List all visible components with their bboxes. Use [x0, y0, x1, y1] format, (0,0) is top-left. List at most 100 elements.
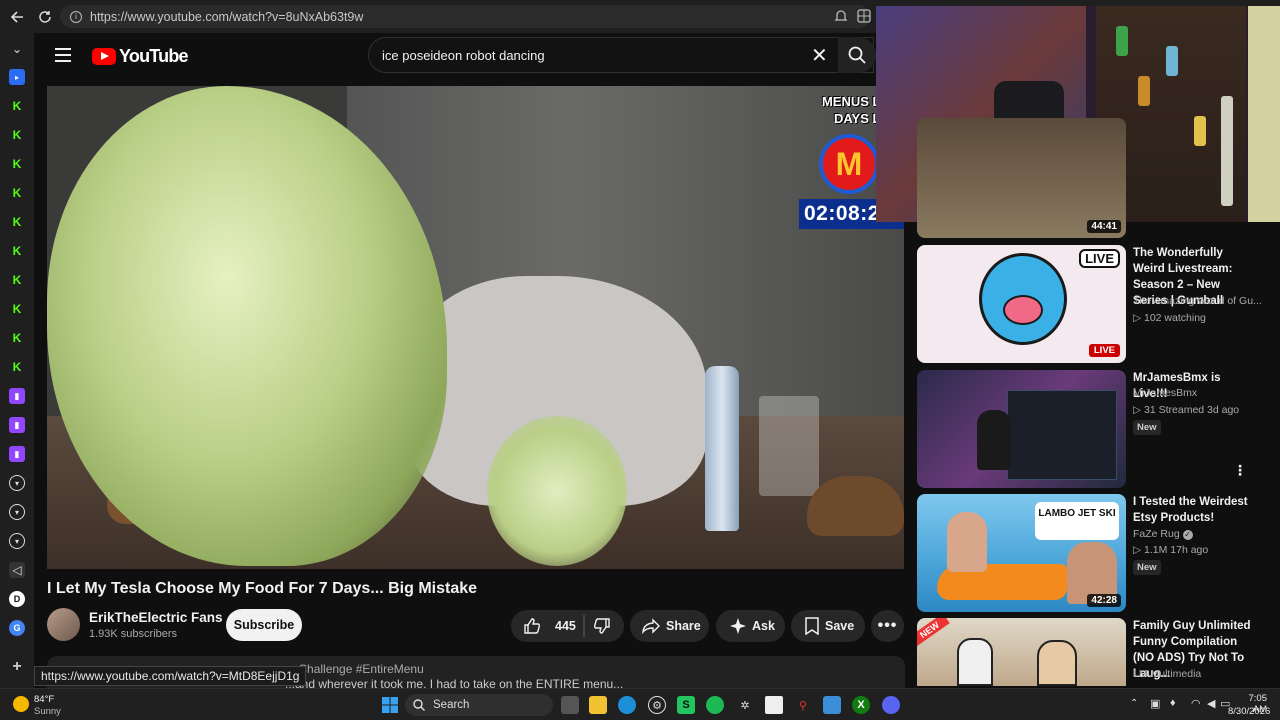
video-frame-burger — [807, 476, 904, 536]
more-horizontal-icon: ••• — [877, 617, 898, 634]
kick-tab-icon[interactable]: K — [9, 214, 25, 230]
webcam-bottle — [1138, 76, 1150, 106]
new-tab-plus-icon[interactable]: + — [9, 658, 25, 675]
recommendation-thumbnail[interactable]: LAMBO JET SKI 42:28 — [917, 494, 1126, 612]
tab-circle-icon[interactable]: ▾ — [9, 533, 25, 549]
kick-tab-icon[interactable]: K — [9, 98, 25, 114]
xbox-icon[interactable]: X — [852, 696, 870, 714]
verified-icon: ✓ — [1182, 530, 1193, 540]
thumbnail-character — [957, 638, 993, 686]
live-badge: LIVE — [1088, 344, 1120, 357]
tab-logo-icon[interactable]: D — [9, 591, 25, 607]
channel-row: ErikTheElectric Fans 1.93K subscribers S… — [47, 608, 905, 644]
document-icon[interactable] — [765, 696, 783, 714]
recommendation-item[interactable]: NEW Family Guy Unlimited Funny Compilati… — [917, 618, 1267, 686]
kick-tab-icon[interactable]: K — [9, 243, 25, 259]
volume-icon[interactable]: ◀ — [1207, 697, 1215, 710]
sidebar-tab-active-icon[interactable]: ▸ — [9, 69, 25, 85]
kick-tab-icon[interactable]: K — [9, 330, 25, 346]
recommendation-title[interactable]: I Tested the Weirdest Etsy Products! — [1133, 494, 1257, 526]
recommendation-channel[interactable]: MrJamesBmx — [1133, 387, 1261, 399]
youtube-wordmark: YouTube — [119, 46, 189, 66]
channel-avatar[interactable] — [47, 608, 80, 641]
file-explorer-icon[interactable] — [589, 696, 607, 714]
search-input[interactable]: ice poseideon robot dancing — [368, 37, 874, 73]
extensions-icon[interactable] — [857, 9, 871, 28]
share-button[interactable]: Share — [630, 610, 709, 642]
address-bar[interactable]: i https://www.youtube.com/watch?v=8uNxAb… — [60, 5, 870, 28]
spotify-icon[interactable] — [706, 696, 724, 714]
tab-circle-icon[interactable]: ▾ — [9, 475, 25, 491]
tray-chevron-icon[interactable]: ⌃ — [1130, 698, 1138, 709]
thumbnail-card: LAMBO JET SKI — [1035, 502, 1119, 540]
dislike-button[interactable] — [586, 610, 624, 642]
recommendation-meta: ▷ 1.1M 17h ago — [1133, 544, 1209, 556]
weather-temp[interactable]: 84°F — [34, 694, 54, 705]
twitch-tab-icon[interactable]: ▮ — [9, 446, 25, 462]
thumbnail-person — [947, 512, 987, 572]
photos-icon[interactable] — [823, 696, 841, 714]
windows-start-icon[interactable] — [381, 696, 399, 714]
reload-button[interactable] — [30, 2, 60, 32]
video-player[interactable]: MENUS LEFT DAYS LEFT M 02:08:2 — [47, 86, 904, 569]
recommendation-item[interactable]: MrJamesBmx is Live!!! MrJamesBmx ▷ 31 St… — [917, 370, 1267, 488]
save-button[interactable]: Save — [791, 610, 865, 642]
location-pin-icon[interactable]: ⚲ — [794, 696, 812, 714]
recommendation-channel[interactable]: LM Multimedia — [1133, 668, 1261, 680]
task-view-icon[interactable] — [561, 696, 579, 714]
twitch-tab-icon[interactable]: ▮ — [9, 417, 25, 433]
recommendation-thumbnail[interactable]: NEW — [917, 618, 1126, 686]
tab-circle-icon[interactable]: ▾ — [9, 504, 25, 520]
menu-icon[interactable] — [55, 48, 71, 62]
youtube-logo[interactable]: YouTube — [92, 46, 189, 67]
webcam-poster — [1248, 6, 1280, 222]
site-info-icon[interactable]: i — [70, 10, 82, 23]
microphone-icon[interactable]: ♦ — [1170, 697, 1176, 709]
gear-icon[interactable]: ✲ — [736, 696, 754, 714]
recommendation-thumbnail[interactable]: LIVE LIVE — [917, 245, 1126, 363]
app-s-icon[interactable]: S — [677, 696, 695, 714]
subscribe-button[interactable]: Subscribe — [226, 609, 302, 641]
twitch-tab-icon[interactable]: ▮ — [9, 388, 25, 404]
kick-tab-icon[interactable]: K — [9, 127, 25, 143]
address-bar-url: https://www.youtube.com/watch?v=8uNxAb63… — [90, 9, 364, 24]
wifi-icon[interactable]: ◠ — [1191, 697, 1201, 710]
sun-weather-icon[interactable] — [13, 696, 29, 712]
live-sticker: LIVE — [1079, 249, 1120, 268]
kick-tab-icon[interactable]: K — [9, 359, 25, 375]
kick-tab-icon[interactable]: K — [9, 156, 25, 172]
chevron-down-icon[interactable]: ⌄ — [9, 41, 25, 57]
taskbar-search[interactable]: Search — [405, 694, 553, 716]
settings-gear-icon[interactable]: ⚙ — [648, 696, 666, 714]
more-vertical-icon[interactable]: ⋮ — [1233, 462, 1247, 479]
video-duration: 44:41 — [1087, 220, 1121, 233]
new-ribbon: NEW — [917, 618, 950, 647]
taskbar-search-label: Search — [433, 699, 470, 711]
notification-bell-icon[interactable] — [834, 9, 848, 28]
speaker-tab-icon[interactable]: ◁ — [9, 562, 25, 578]
tray-app-icon[interactable]: ▣ — [1150, 697, 1160, 710]
windows-taskbar: 84°F Sunny Search ⚙ S ✲ ⚲ X ⌃ ▣ ♦ ◠ ◀ ▭ … — [0, 688, 1280, 720]
kick-tab-icon[interactable]: K — [9, 301, 25, 317]
edge-browser-icon[interactable] — [618, 696, 636, 714]
discord-icon[interactable] — [882, 696, 900, 714]
reload-icon — [39, 11, 51, 23]
recommendation-item[interactable]: LAMBO JET SKI 42:28 I Tested the Weirdes… — [917, 494, 1267, 612]
recommendation-item[interactable]: 44:41 — [917, 118, 1267, 238]
clear-search-icon[interactable]: ✕ — [811, 43, 828, 68]
search-button[interactable] — [838, 37, 876, 73]
recommendation-item[interactable]: LIVE LIVE The Wonderfully Weird Livestre… — [917, 245, 1267, 363]
ask-button[interactable]: Ask — [716, 610, 785, 642]
kick-tab-icon[interactable]: K — [9, 185, 25, 201]
more-actions-button[interactable]: ••• — [871, 610, 904, 642]
clock-date[interactable]: 8/30/2026 — [1228, 706, 1270, 717]
recommendation-channel[interactable]: The Amazing World of Gu... — [1133, 295, 1261, 307]
channel-name[interactable]: ErikTheElectric Fans — [89, 610, 223, 625]
google-tab-icon[interactable]: G — [9, 620, 25, 636]
recommendation-thumbnail[interactable] — [917, 370, 1126, 488]
thumbnail-person — [977, 410, 1011, 470]
back-button[interactable] — [2, 2, 32, 32]
recommendation-thumbnail[interactable]: 44:41 — [917, 118, 1126, 238]
kick-tab-icon[interactable]: K — [9, 272, 25, 288]
recommendation-channel[interactable]: FaZe Rug ✓ — [1133, 528, 1261, 540]
